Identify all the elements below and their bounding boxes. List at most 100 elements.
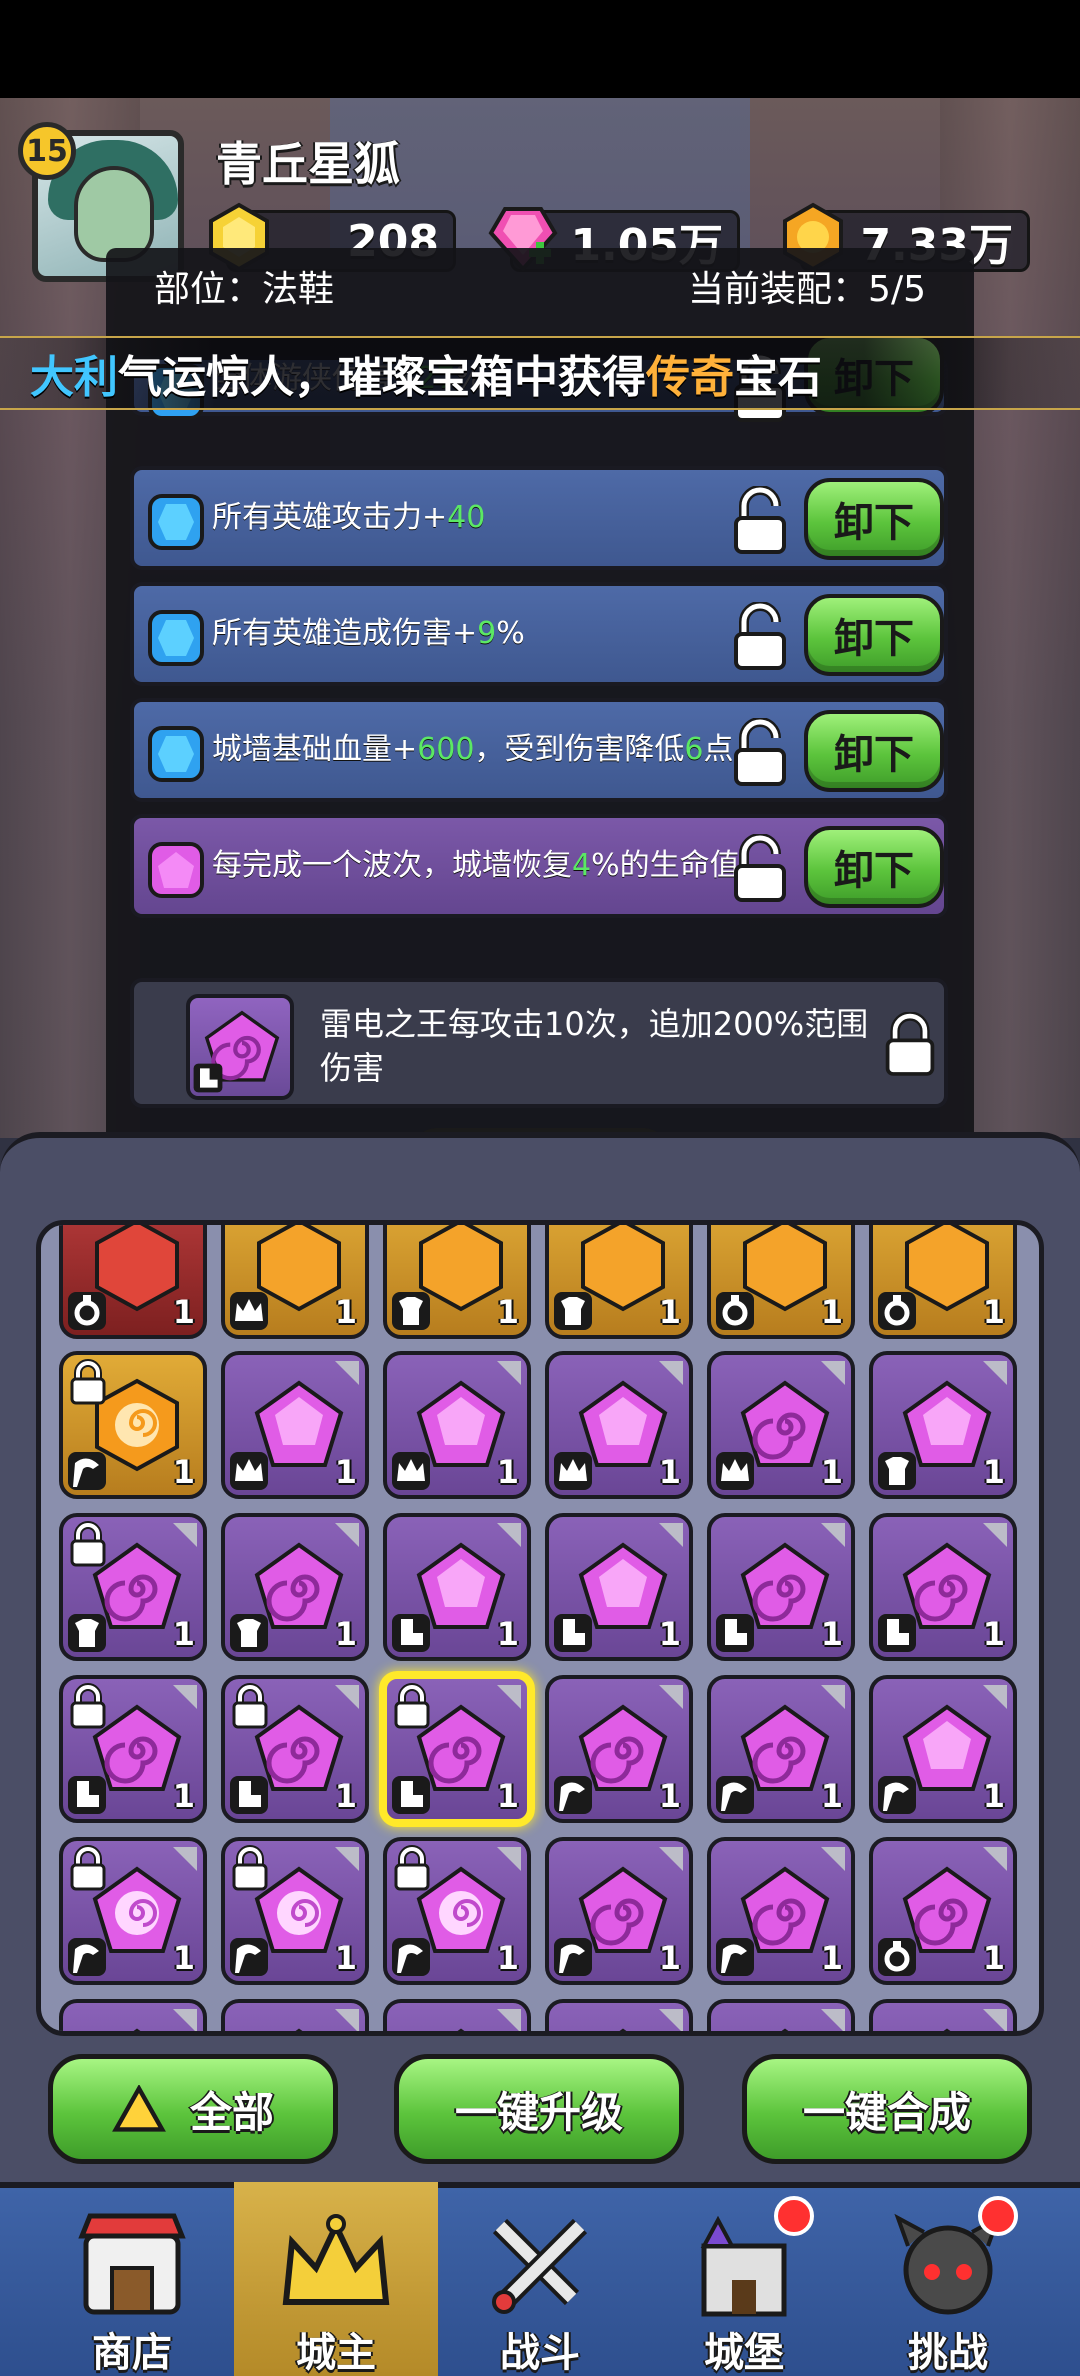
gem-cell[interactable]: 1	[545, 1225, 693, 1339]
boot-slot-icon	[716, 1614, 754, 1652]
nav-castle[interactable]: 城堡	[642, 2182, 846, 2376]
player-name: 青丘星狐	[216, 137, 400, 191]
gem-cell[interactable]	[869, 1999, 1017, 2031]
unlock-icon[interactable]	[728, 486, 792, 556]
gem-count: 1	[820, 1777, 843, 1815]
gem-cell[interactable]: 1	[869, 1513, 1017, 1661]
weapon-slot-icon	[392, 1938, 430, 1976]
gem-cell[interactable]: 1	[59, 1351, 207, 1499]
armor-slot-icon	[878, 1452, 916, 1490]
gem-cell[interactable]: 1	[59, 1675, 207, 1823]
broadcast-text: 气运惊人，璀璨宝箱中获得	[118, 352, 646, 403]
gem-count: 1	[334, 1615, 357, 1653]
gem-count: 1	[982, 1453, 1005, 1491]
gem-cell[interactable]: 1	[221, 1225, 369, 1339]
gem-effect-row: 每完成一个波次，城墙恢复4%的生命值 卸下	[130, 814, 948, 918]
crown-slot-icon	[554, 1452, 592, 1490]
gem-cell[interactable]: 1	[383, 1513, 531, 1661]
gem-cell[interactable]: 1	[221, 1675, 369, 1823]
gem-cell[interactable]	[221, 1999, 369, 2031]
gem-cell[interactable]: 1	[221, 1513, 369, 1661]
gem-inventory-grid[interactable]: 1 1 1 1 1 1 1 1 1 1 1 1 1 1 1 1 1 1 1 1 1 1 1 1 1 1 1 1 1 1	[36, 1220, 1044, 2036]
set-bonus-row: 雷电之王每攻击10次，追加200%范围伤害	[130, 978, 948, 1108]
gem-count: 1	[172, 1777, 195, 1815]
nav-crown[interactable]: 城主	[234, 2182, 438, 2376]
ring-slot-icon	[878, 1938, 916, 1976]
unload-button[interactable]: 卸下	[804, 710, 944, 792]
nav-crossed-swords[interactable]: 战斗	[438, 2182, 642, 2376]
purple-gem-icon	[148, 842, 204, 898]
level-badge: 15	[18, 122, 76, 180]
ring-slot-icon	[716, 1292, 754, 1330]
lock-icon	[70, 1521, 106, 1567]
filter-all-button[interactable]: 全部	[48, 2054, 338, 2164]
boot-slot-icon	[878, 1614, 916, 1652]
ring-slot-icon	[878, 1292, 916, 1330]
gem-cell[interactable]: 1	[383, 1351, 531, 1499]
set-gem-slot[interactable]	[186, 994, 294, 1100]
crossed-swords-icon	[492, 2218, 588, 2314]
gem-cell[interactable]: 1	[545, 1837, 693, 1985]
gem-cell[interactable]: 1	[545, 1675, 693, 1823]
lock-icon	[70, 1845, 106, 1891]
gem-cell[interactable]: 1	[707, 1225, 855, 1339]
gem-count: 1	[172, 1453, 195, 1491]
gem-cell[interactable]: 1	[383, 1225, 531, 1339]
gem-cell[interactable]: 1	[869, 1351, 1017, 1499]
nav-demon-helmet[interactable]: 挑战	[846, 2182, 1050, 2376]
gem-count: 1	[658, 1939, 681, 1977]
gem-effect-text: 所有英雄攻击力+40	[212, 500, 486, 535]
gem-effect-row: 城墙基础血量+600，受到伤害降低6点 卸下	[130, 698, 948, 802]
gem-count: 1	[496, 1939, 519, 1977]
gem-cell[interactable]: 1	[383, 1837, 531, 1985]
gem-cell[interactable]	[545, 1999, 693, 2031]
gem-cell[interactable]: 1	[545, 1513, 693, 1661]
gem-count: 1	[334, 1453, 357, 1491]
gem-cell[interactable]: 1	[869, 1675, 1017, 1823]
gem-count: 1	[658, 1453, 681, 1491]
gem-cell[interactable]: 1	[221, 1351, 369, 1499]
gem-count: 1	[982, 1293, 1005, 1331]
gem-count: 1	[172, 1615, 195, 1653]
gem-count: 1	[334, 1293, 357, 1331]
gem-cell[interactable]: 1	[379, 1671, 535, 1827]
gem-cell[interactable]: 1	[59, 1837, 207, 1985]
gem-cell[interactable]: 1	[707, 1837, 855, 1985]
gem-cell[interactable]: 1	[545, 1351, 693, 1499]
broadcast-player: 大利	[30, 352, 118, 403]
gem-cell[interactable]: 1	[707, 1513, 855, 1661]
gem-count: 1	[496, 1777, 519, 1815]
gem-cell[interactable]: 1	[59, 1225, 207, 1339]
unlock-icon[interactable]	[728, 718, 792, 788]
gem-cell[interactable]: 1	[221, 1837, 369, 1985]
unlock-icon[interactable]	[728, 834, 792, 904]
gem-cell[interactable]: 1	[707, 1351, 855, 1499]
lock-icon	[232, 1683, 268, 1729]
merge-all-button[interactable]: 一键合成	[742, 2054, 1032, 2164]
slot-label: 部位：法鞋	[154, 269, 335, 310]
unlock-icon[interactable]	[728, 602, 792, 672]
upgrade-all-button[interactable]: 一键升级	[394, 2054, 684, 2164]
gem-cell[interactable]	[59, 1999, 207, 2031]
gem-cell[interactable]	[707, 1999, 855, 2031]
gem-cell[interactable]: 1	[869, 1837, 1017, 1985]
blue-gem-icon	[148, 494, 204, 550]
gem-count: 1	[172, 1939, 195, 1977]
gem-cell[interactable]	[383, 1999, 531, 2031]
gem-effect-row: 所有英雄攻击力+40 卸下	[130, 466, 948, 570]
gem-cell[interactable]: 1	[707, 1675, 855, 1823]
weapon-slot-icon	[554, 1938, 592, 1976]
shop-icon	[78, 2213, 186, 2315]
boot-slot-icon	[392, 1776, 430, 1814]
unload-button[interactable]: 卸下	[804, 594, 944, 676]
nav-shop[interactable]: 商店	[30, 2182, 234, 2376]
unload-button[interactable]: 卸下	[804, 826, 944, 908]
gem-count: 1	[172, 1293, 195, 1331]
gem-cell[interactable]: 1	[869, 1225, 1017, 1339]
gem-count: 1	[820, 1939, 843, 1977]
crown-slot-icon	[230, 1452, 268, 1490]
blue-gem-icon	[148, 610, 204, 666]
lock-icon	[394, 1845, 430, 1891]
unload-button[interactable]: 卸下	[804, 478, 944, 560]
gem-cell[interactable]: 1	[59, 1513, 207, 1661]
